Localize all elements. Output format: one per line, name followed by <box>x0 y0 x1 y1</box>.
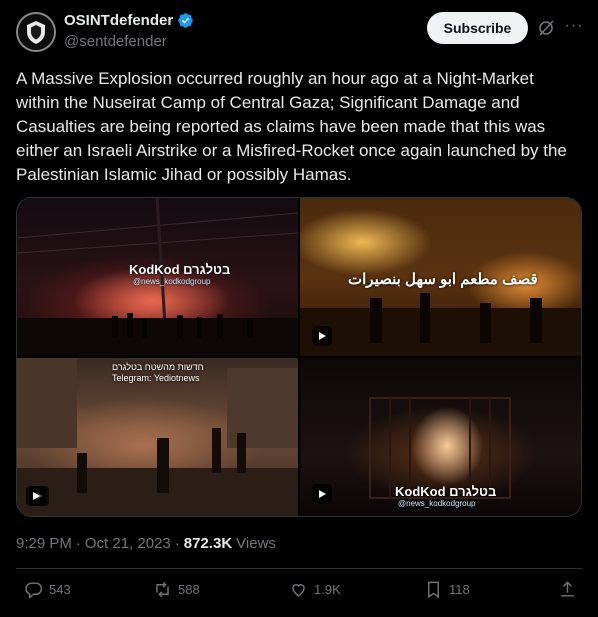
views-label: Views <box>236 535 276 552</box>
video-caption-hebrew: חדשות מהשטח בטלגרם <box>112 362 204 372</box>
heart-icon <box>292 584 305 597</box>
share-button[interactable] <box>558 580 577 599</box>
play-icon[interactable] <box>312 326 332 346</box>
play-icon[interactable] <box>26 486 46 506</box>
verified-badge-icon[interactable] <box>177 12 194 29</box>
watermark-subtext: @news_kodkodgroup <box>398 499 476 508</box>
repost-button[interactable]: 588 <box>153 580 200 599</box>
author-display-name[interactable]: OSINTdefender <box>64 12 173 29</box>
like-button[interactable]: 1.9K <box>289 580 341 599</box>
reply-count: 543 <box>49 582 71 597</box>
video-thumbnail-2[interactable]: قصف مطعم ابو سهل بنصيرات <box>300 198 581 356</box>
meta-separator: · <box>174 535 180 552</box>
bookmark-icon <box>428 581 439 598</box>
meta-separator: · <box>75 535 81 552</box>
bookmark-button[interactable]: 118 <box>424 580 470 599</box>
reply-icon <box>25 582 43 599</box>
shield-avatar-icon <box>18 14 54 50</box>
video-thumbnail-4[interactable]: KodKod בטלגרם @news_kodkodgroup <box>300 358 581 516</box>
watermark-text: KodKod בטלגרם <box>129 262 231 277</box>
share-icon <box>561 581 574 597</box>
views-count: 872.3K <box>183 535 233 552</box>
action-bar: 543 588 1.9K 118 <box>0 580 598 606</box>
tweet-text: A Massive Explosion occurred roughly an … <box>16 69 567 184</box>
repost-count: 588 <box>178 582 200 597</box>
author-name-row: OSINTdefender <box>64 12 194 29</box>
tweet-time[interactable]: 9:29 PM <box>16 535 72 552</box>
tweet: OSINTdefender @sentdefender Subscribe ··… <box>0 0 598 617</box>
author-handle[interactable]: @sentdefender <box>64 33 167 50</box>
play-icon[interactable] <box>312 484 332 504</box>
more-options-icon[interactable]: ··· <box>563 17 585 37</box>
like-count: 1.9K <box>314 582 341 597</box>
divider <box>16 568 582 569</box>
avatar[interactable] <box>16 12 56 52</box>
bookmark-count: 118 <box>449 582 470 597</box>
video-thumbnail-3[interactable]: חדשות מהשטח בטלגרם Telegram: Yediotnews <box>17 358 298 516</box>
tweet-meta: 9:29 PM · Oct 21, 2023 · 872.3K Views <box>16 535 276 552</box>
video-caption-telegram: Telegram: Yediotnews <box>112 373 200 383</box>
grok-icon[interactable] <box>537 19 555 37</box>
reply-button[interactable]: 543 <box>24 580 71 599</box>
watermark-subtext: @news_kodkodgroup <box>133 277 211 286</box>
tweet-date[interactable]: Oct 21, 2023 <box>85 535 171 552</box>
media-grid: KodKod בטלגרם @news_kodkodgroup قصف مطعم… <box>16 197 582 517</box>
video-caption-arabic: قصف مطعم ابو سهل بنصيرات <box>348 271 538 288</box>
watermark-text: KodKod בטלגרם <box>395 484 497 499</box>
video-thumbnail-1[interactable]: KodKod בטלגרם @news_kodkodgroup <box>17 198 298 356</box>
repost-icon <box>156 581 169 598</box>
subscribe-button[interactable]: Subscribe <box>427 12 528 44</box>
